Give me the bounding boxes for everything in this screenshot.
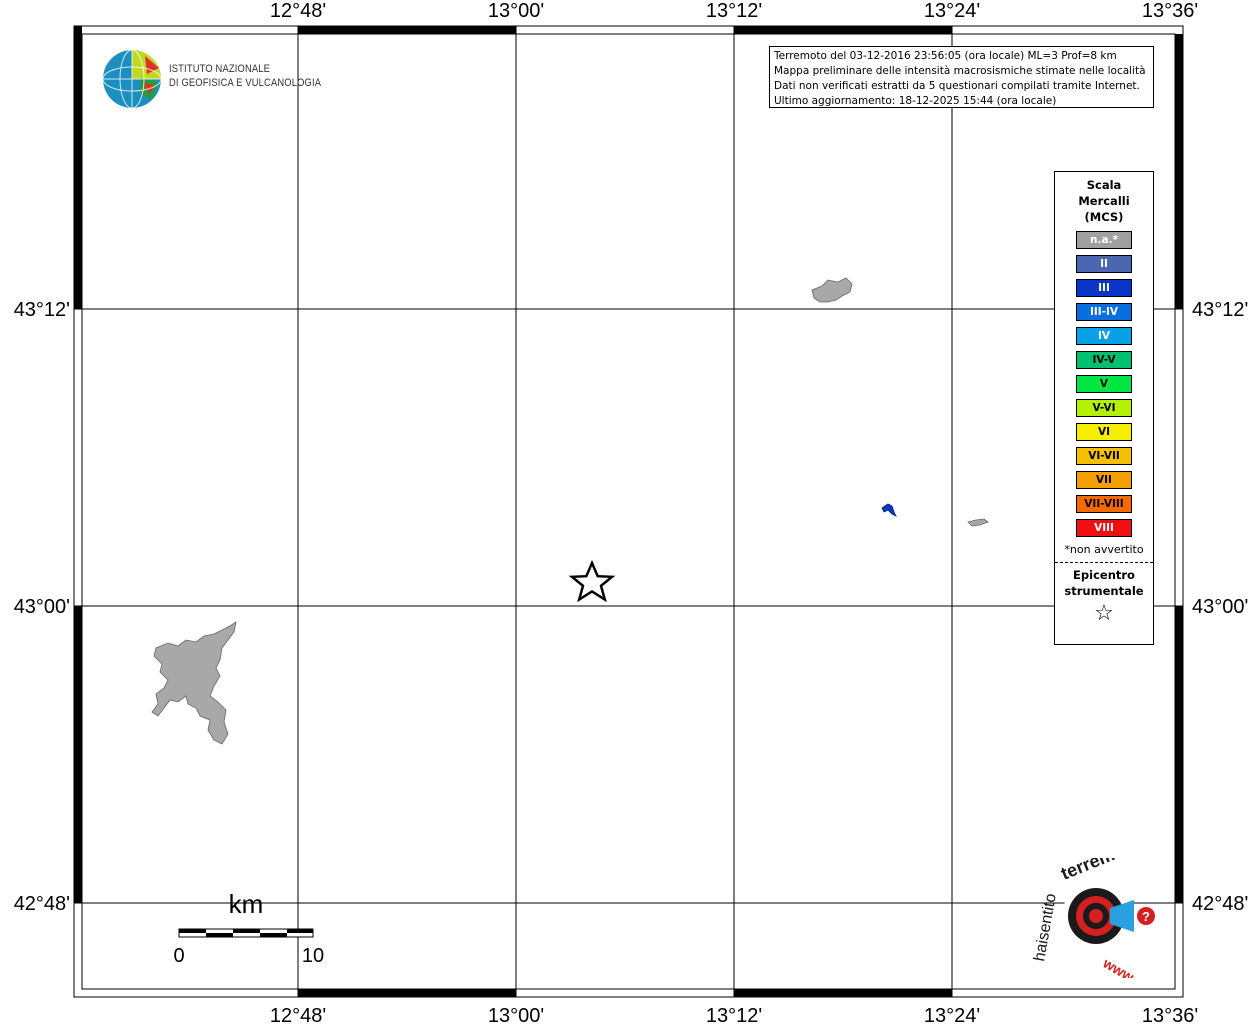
lon-label-bottom-1: 12°48' [270,1005,326,1024]
lat-label-left-1: 43°12' [14,299,70,321]
legend-item-vi: VI [1076,423,1132,441]
legend-item-v: V [1076,375,1132,393]
urban-area-large [151,621,237,745]
legend-item-vii-viii: VII-VIII [1076,495,1132,513]
svg-text:?: ? [1142,909,1150,924]
lon-label-top-5: 13°36' [1142,0,1198,22]
lat-label-right-2: 43°00' [1192,596,1248,618]
legend-item-iv: IV [1076,327,1132,345]
lon-label-top-3: 13°12' [706,0,762,22]
legend-item-n-a: n.a.* [1076,231,1132,249]
map-frame [73,25,1184,998]
svg-text:haisentito: haisentito [1031,892,1060,963]
legend-title: Scala Mercalli (MCS) [1078,178,1130,224]
legend-item-vii: VII [1076,471,1132,489]
scale-bar-start: 0 [173,945,184,967]
lon-label-bottom-4: 13°24' [924,1005,980,1024]
urban-area-north [811,277,853,303]
lat-label-left-2: 43°00' [14,596,70,618]
legend-star-icon: ☆ [1094,601,1114,626]
epicenter-star-icon[interactable] [568,559,616,603]
lat-label-left-3: 42°48' [14,893,70,915]
legend-item-iv-v: IV-V [1076,351,1132,369]
lon-label-bottom-5: 13°36' [1142,1005,1198,1024]
event-info-line-3: Dati non verificati estratti da 5 questi… [774,80,1140,92]
event-info-line-1: Terremoto del 03-12-2016 23:56:05 (ora l… [774,50,1117,62]
legend-item-vi-vii: VI-VII [1076,447,1132,465]
event-info-box: Terremoto del 03-12-2016 23:56:05 (ora l… [769,46,1154,108]
haisentito-logo-icon: ? terremoto.it haisentito www. [1031,858,1158,978]
mcs-legend: Scala Mercalli (MCS) n.a.* II III III-IV IV I… [1054,171,1154,645]
intensity-point-iii[interactable] [881,503,897,517]
legend-item-iii-iv: III-IV [1076,303,1132,321]
event-info-line-2: Mappa preliminare delle intensità macros… [774,65,1146,77]
legend-note: *non avvertito [1064,543,1144,556]
lon-label-bottom-2: 13°00' [488,1005,544,1024]
legend-epicenter-label: Epicentro strumentale [1064,568,1144,598]
svg-text:www.: www. [1100,954,1140,978]
scale-bar-end: 10 [302,945,324,967]
scale-bar-unit: km [229,889,264,919]
graticule [74,26,1183,997]
event-info-line-4: Ultimo aggiornamento: 18-12-2025 15:44 (… [774,95,1057,107]
urban-area-east [967,518,989,527]
legend-items: n.a.* II III III-IV IV IV-V V V-VI VI VI-VII VII VI… [1055,231,1153,537]
ingv-logo-icon [102,49,162,109]
scale-bar: km 0 10 [173,889,324,967]
legend-item-viii: VIII [1076,519,1132,537]
legend-item-iii: III [1076,279,1132,297]
lon-label-bottom-3: 13°12' [706,1005,762,1024]
lon-label-top-1: 12°48' [270,0,326,22]
legend-item-v-vi: V-VI [1076,399,1132,417]
lat-label-right-1: 43°12' [1192,299,1248,321]
lon-label-top-4: 13°24' [924,0,980,22]
lat-label-right-3: 42°48' [1192,893,1248,915]
legend-divider [1055,562,1153,563]
legend-item-ii: II [1076,255,1132,273]
svg-text:terremoto.it: terremoto.it [1058,858,1158,884]
lon-label-top-2: 13°00' [488,0,544,22]
ingv-logo-text: ISTITUTO NAZIONALE DI GEOFISICA E VULCAN… [169,63,322,89]
